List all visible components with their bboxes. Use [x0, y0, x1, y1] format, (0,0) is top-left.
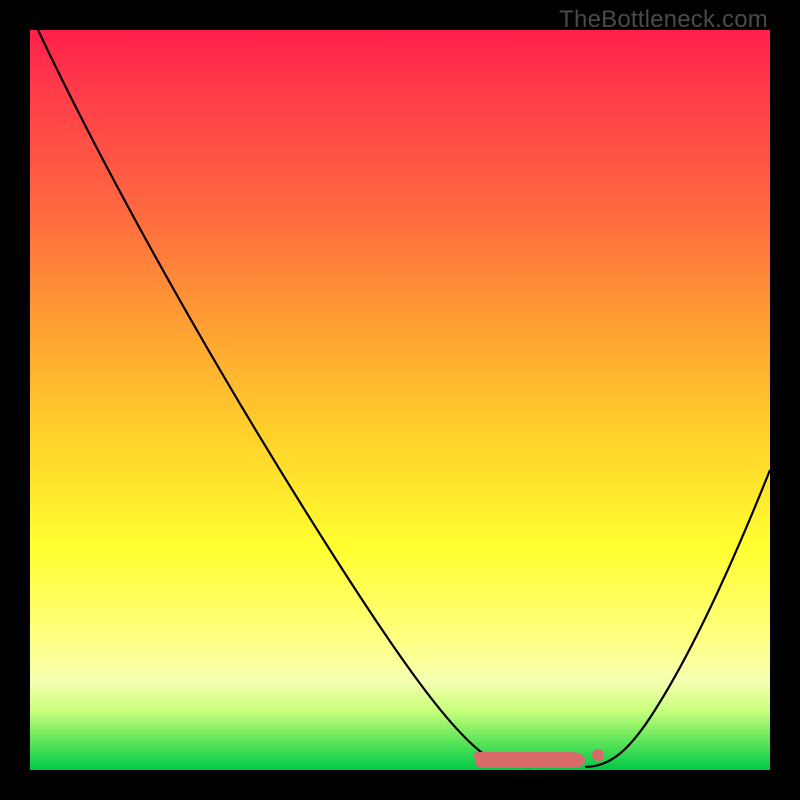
- curve-left-branch: [38, 30, 530, 767]
- curve-right-branch: [585, 470, 770, 767]
- chart-frame: TheBottleneck.com: [0, 0, 800, 800]
- bottleneck-curve: [30, 30, 770, 770]
- marker-dot: [592, 749, 604, 761]
- minimum-marker-region: [473, 752, 585, 768]
- watermark-text: TheBottleneck.com: [559, 6, 768, 34]
